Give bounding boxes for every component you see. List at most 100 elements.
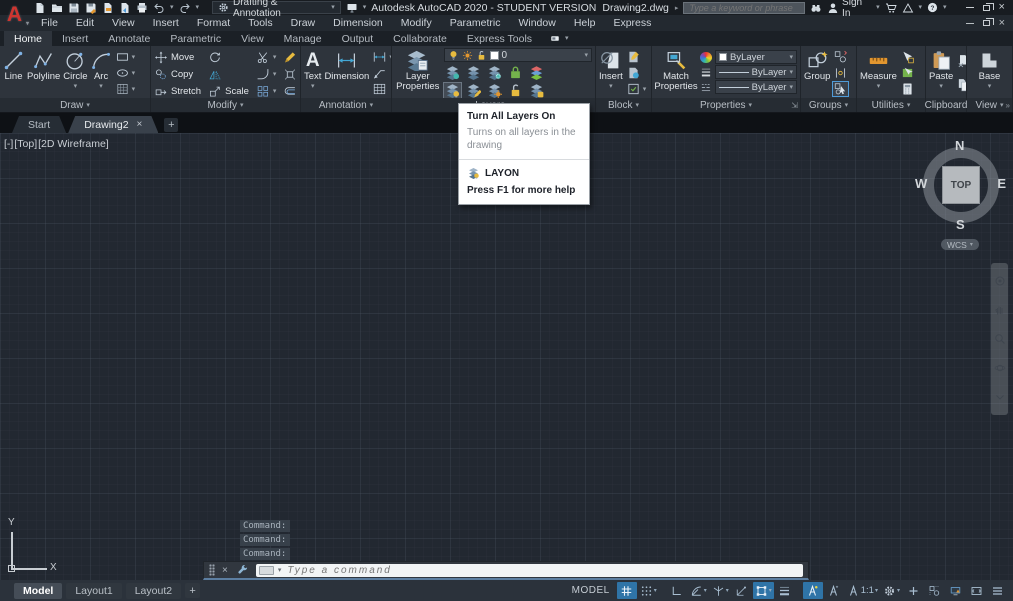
- customize-menu-button[interactable]: [987, 582, 1007, 599]
- palette-drag-handle[interactable]: [209, 564, 215, 576]
- table-icon[interactable]: [372, 82, 387, 96]
- open-icon[interactable]: [51, 2, 63, 14]
- define-attributes-icon[interactable]: [626, 82, 641, 96]
- graphics-performance-button[interactable]: [945, 582, 965, 599]
- viewport-view-control[interactable]: [Top]: [14, 138, 37, 150]
- group-edit-icon[interactable]: [833, 66, 848, 80]
- ribbon-display-toggle[interactable]: ▾: [548, 31, 569, 46]
- sign-in-button[interactable]: Sign In ▾: [827, 0, 880, 19]
- menu-modify[interactable]: Modify: [392, 15, 441, 31]
- redo-icon[interactable]: [179, 2, 191, 14]
- ortho-toggle[interactable]: [667, 582, 687, 599]
- app-store-cart-icon[interactable]: [885, 2, 897, 14]
- group-tool[interactable]: Group: [804, 48, 830, 98]
- save-as-icon[interactable]: [85, 2, 97, 14]
- group-selection-toggle-icon[interactable]: [833, 82, 848, 96]
- menu-dimension[interactable]: Dimension: [324, 15, 392, 31]
- utilities-panel-label[interactable]: Utilities▾: [857, 98, 925, 112]
- publish-icon[interactable]: [119, 2, 131, 14]
- annotation-autoscale-toggle[interactable]: [824, 582, 844, 599]
- hatch-icon[interactable]: [115, 82, 130, 96]
- doc-restore-icon[interactable]: [983, 20, 990, 26]
- recent-commands-icon[interactable]: [259, 566, 274, 575]
- linear-dimension-icon[interactable]: [372, 50, 387, 64]
- hatch-caret-icon[interactable]: ▾: [132, 86, 136, 93]
- tab-collaborate[interactable]: Collaborate: [383, 31, 457, 46]
- viewport-visual-style-control[interactable]: [2D Wireframe]: [38, 138, 109, 150]
- menu-edit[interactable]: Edit: [67, 15, 103, 31]
- window-minimize-icon[interactable]: [966, 7, 974, 8]
- snap-mode-toggle[interactable]: ▾: [638, 582, 659, 599]
- tab-home[interactable]: Home: [4, 31, 52, 46]
- layout1-tab[interactable]: Layout1: [66, 583, 121, 599]
- mirror-tool[interactable]: [208, 68, 249, 81]
- offset-tool[interactable]: [283, 85, 297, 98]
- isolate-objects-button[interactable]: [924, 582, 944, 599]
- annotation-scale-button[interactable]: 1:1▾: [845, 582, 880, 599]
- tab-view[interactable]: View: [231, 31, 274, 46]
- polar-tracking-toggle[interactable]: ▾: [688, 582, 709, 599]
- explode-tool[interactable]: [283, 68, 297, 81]
- search-binoculars-icon[interactable]: [810, 2, 822, 14]
- match-properties-button[interactable]: Match Properties: [655, 48, 697, 98]
- command-input-bar[interactable]: ▾: [256, 564, 803, 577]
- help-caret-icon[interactable]: ▾: [943, 4, 947, 11]
- layer-lock-button[interactable]: [507, 65, 524, 80]
- customization-button[interactable]: [903, 582, 923, 599]
- layer-match-button[interactable]: [528, 83, 545, 98]
- search-input[interactable]: [687, 2, 801, 14]
- tab-insert[interactable]: Insert: [52, 31, 98, 46]
- rectangle-icon[interactable]: [115, 50, 130, 64]
- block-more-caret-icon[interactable]: ▾: [643, 86, 647, 93]
- erase-tool[interactable]: [283, 51, 297, 64]
- text-tool[interactable]: AText▾: [304, 48, 321, 98]
- menu-window[interactable]: Window: [509, 15, 564, 31]
- menu-parametric[interactable]: Parametric: [441, 15, 510, 31]
- ribbon-overflow-icon[interactable]: »: [1006, 101, 1010, 110]
- tab-annotate[interactable]: Annotate: [98, 31, 160, 46]
- line-tool[interactable]: Line: [3, 48, 24, 98]
- orbit-icon[interactable]: [994, 362, 1006, 374]
- save-icon[interactable]: [68, 2, 80, 14]
- layer-freeze-button[interactable]: [486, 65, 503, 80]
- view-panel-label[interactable]: View▾»: [967, 98, 1012, 112]
- make-current-layer-button[interactable]: [528, 65, 545, 80]
- menu-file[interactable]: File: [32, 15, 67, 31]
- unlock-layer-button[interactable]: [507, 83, 524, 98]
- tab-close-icon[interactable]: ×: [137, 119, 143, 130]
- quick-select-icon[interactable]: [900, 50, 915, 64]
- dim-caret-icon[interactable]: ▾: [389, 54, 391, 61]
- layer-unisolate-button[interactable]: [465, 83, 482, 98]
- compass-east-label[interactable]: E: [997, 176, 1006, 191]
- ellipse-icon[interactable]: [115, 66, 130, 80]
- tab-output[interactable]: Output: [332, 31, 384, 46]
- rectangle-caret-icon[interactable]: ▾: [132, 54, 136, 61]
- model-tab[interactable]: Model: [14, 583, 62, 599]
- properties-dialog-launcher-icon[interactable]: ⇲: [791, 101, 798, 110]
- layer-dropdown[interactable]: 0 ▾: [444, 48, 592, 62]
- doc-minimize-icon[interactable]: [966, 23, 974, 24]
- layer-isolate-button[interactable]: [465, 65, 482, 80]
- plot-icon[interactable]: [102, 2, 114, 14]
- copy-clip-icon[interactable]: [956, 78, 966, 92]
- edit-attributes-icon[interactable]: [626, 66, 641, 80]
- linetype-dropdown[interactable]: ByLayer ▾: [715, 80, 797, 94]
- tab-start[interactable]: Start: [12, 116, 66, 133]
- grid-display-toggle[interactable]: [617, 582, 637, 599]
- view-cube[interactable]: N S W E TOP: [921, 145, 1001, 225]
- compass-west-label[interactable]: W: [915, 176, 927, 191]
- tab-drawing2[interactable]: Drawing2 ×: [68, 116, 158, 133]
- undo-caret-icon[interactable]: ▾: [170, 4, 174, 11]
- quick-calculator-icon[interactable]: [900, 82, 915, 96]
- palette-close-icon[interactable]: ×: [222, 565, 228, 576]
- window-restore-icon[interactable]: [983, 5, 990, 11]
- paste-tool[interactable]: Paste▾: [929, 48, 953, 98]
- autodesk-exchange-icon[interactable]: [902, 2, 914, 14]
- doc-close-icon[interactable]: ×: [999, 18, 1005, 29]
- create-block-icon[interactable]: [626, 50, 641, 64]
- command-customize-icon[interactable]: [236, 564, 249, 577]
- fillet-tool[interactable]: ▾: [256, 68, 277, 81]
- array-tool[interactable]: ▾: [256, 85, 277, 98]
- stretch-tool[interactable]: Stretch: [154, 85, 201, 98]
- menu-help[interactable]: Help: [565, 15, 605, 31]
